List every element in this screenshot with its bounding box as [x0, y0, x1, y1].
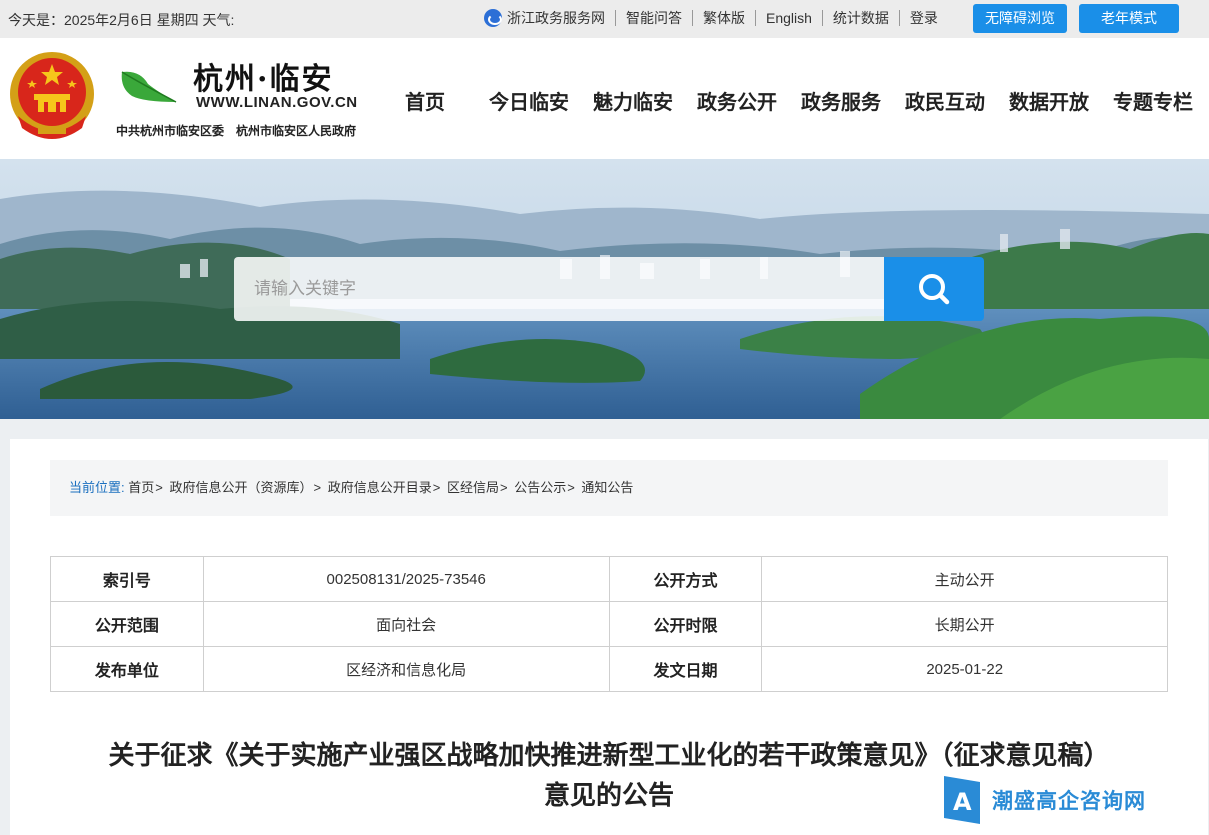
english-link[interactable]: English — [755, 10, 822, 26]
site-header: 杭州·临安 WWW.LINAN.GOV.CN 中共杭州市临安区委 杭州市临安区人… — [0, 38, 1209, 159]
table-row: 公开范围 面向社会 公开时限 长期公开 — [50, 601, 1168, 647]
search-input[interactable] — [234, 257, 884, 321]
zhejiang-service-icon — [484, 9, 502, 27]
statistics-link[interactable]: 统计数据 — [821, 10, 899, 26]
ginkgo-leaf-logo-icon — [121, 71, 177, 103]
nav-interaction[interactable]: 政民互动 — [905, 86, 985, 115]
top-utility-bar: 今天是：2025年2月6日 星期四 天气: 浙江政务服务网 智能问答 繁体版 E… — [0, 0, 1209, 38]
search-button[interactable] — [884, 257, 984, 321]
breadcrumb: 当前位置: 首页> 政府信息公开（资源库）> 政府信息公开目录> 区经信局> 公… — [50, 460, 1168, 516]
breadcrumb-announcements[interactable]: 公告公示 — [514, 480, 566, 495]
breadcrumb-home[interactable]: 首页 — [128, 480, 154, 495]
breadcrumb-label: 当前位置: — [69, 480, 125, 495]
meta-value: 2025-01-22 — [761, 646, 1168, 692]
breadcrumb-disclosure-catalog[interactable]: 政府信息公开目录 — [328, 480, 432, 495]
meta-key: 公开范围 — [50, 601, 204, 647]
national-emblem-icon — [10, 52, 94, 139]
watermark: A 潮盛高企咨询网 — [940, 772, 1146, 828]
meta-value: 长期公开 — [761, 601, 1168, 647]
table-row: 发布单位 区经济和信息化局 发文日期 2025-01-22 — [50, 646, 1168, 692]
meta-key: 公开时限 — [608, 601, 763, 647]
zhejiang-service-link[interactable]: 浙江政务服务网 — [484, 9, 615, 27]
search-icon — [919, 274, 950, 305]
meta-key: 发文日期 — [608, 646, 763, 692]
smart-qa-link[interactable]: 智能问答 — [615, 10, 692, 26]
meta-value: 面向社会 — [202, 601, 610, 647]
main-nav: 首页 今日临安 魅力临安 政务公开 政务服务 政民互动 数据开放 专题专栏 — [393, 86, 1209, 115]
traditional-chinese-link[interactable]: 繁体版 — [692, 10, 755, 26]
brand-organization: 中共杭州市临安区委 杭州市临安区人民政府 — [116, 124, 357, 138]
top-links: 浙江政务服务网 智能问答 繁体版 English 统计数据 登录 — [484, 9, 948, 27]
elder-mode-button[interactable]: 老年模式 — [1079, 4, 1179, 33]
document-meta-table: 索引号 002508131/2025-73546 公开方式 主动公开 公开范围 … — [50, 556, 1168, 692]
meta-value: 区经济和信息化局 — [202, 646, 610, 692]
meta-key: 公开方式 — [608, 556, 763, 602]
meta-value: 主动公开 — [761, 556, 1168, 602]
nav-today-linan[interactable]: 今日临安 — [489, 86, 569, 115]
svg-text:A: A — [953, 788, 972, 816]
brand-title: 杭州·临安 — [193, 62, 334, 97]
nav-open-data[interactable]: 数据开放 — [1009, 86, 1089, 115]
nav-special-topics[interactable]: 专题专栏 — [1113, 86, 1193, 115]
watermark-text: 潮盛高企咨询网 — [992, 788, 1146, 813]
meta-key: 发布单位 — [50, 646, 204, 692]
meta-key: 索引号 — [50, 556, 204, 602]
nav-government-affairs[interactable]: 政务公开 — [697, 86, 777, 115]
nav-home[interactable]: 首页 — [405, 86, 445, 115]
breadcrumb-economy-bureau[interactable]: 区经信局 — [447, 480, 499, 495]
meta-value: 002508131/2025-73546 — [202, 556, 610, 602]
login-link[interactable]: 登录 — [898, 10, 948, 26]
nav-government-service[interactable]: 政务服务 — [801, 86, 881, 115]
breadcrumb-notices[interactable]: 通知公告 — [581, 480, 633, 495]
breadcrumb-info-disclosure[interactable]: 政府信息公开（资源库） — [169, 480, 312, 495]
accessibility-button[interactable]: 无障碍浏览 — [973, 4, 1067, 33]
brand-url: WWW.LINAN.GOV.CN — [196, 94, 358, 111]
date-weather-text: 今天是：2025年2月6日 星期四 天气: — [8, 12, 235, 28]
watermark-logo-icon: A — [944, 776, 980, 824]
nav-charm-linan[interactable]: 魅力临安 — [593, 86, 673, 115]
table-row: 索引号 002508131/2025-73546 公开方式 主动公开 — [50, 556, 1168, 602]
document-title-line1: 关于征求《关于实施产业强区战略加快推进新型工业化的若干政策意见》（征求意见稿） — [108, 740, 1110, 770]
zhejiang-service-label: 浙江政务服务网 — [507, 10, 605, 26]
